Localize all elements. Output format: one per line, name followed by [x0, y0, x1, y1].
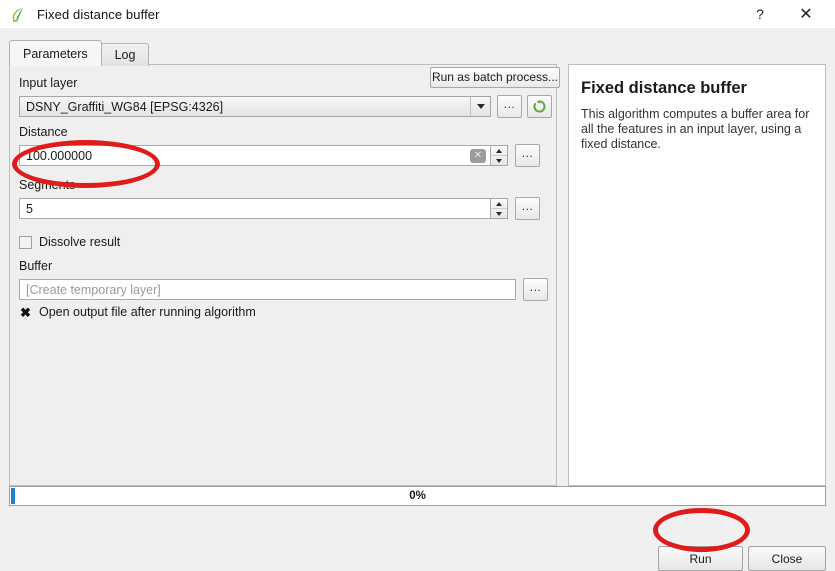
- distance-step-down[interactable]: [491, 156, 507, 165]
- segments-input[interactable]: 5: [19, 198, 491, 219]
- segments-step-down[interactable]: [491, 209, 507, 218]
- qgis-leaf-icon: [10, 6, 26, 22]
- buffer-output-input[interactable]: [Create temporary layer]: [19, 279, 516, 300]
- distance-expression-button[interactable]: ...: [515, 144, 540, 167]
- tab-log[interactable]: Log: [100, 43, 150, 66]
- input-layer-value: DSNY_Graffiti_WG84 [EPSG:4326]: [26, 99, 224, 114]
- close-button[interactable]: Close: [748, 546, 826, 571]
- segments-row: 5 ...: [19, 197, 540, 220]
- distance-label: Distance: [19, 125, 68, 139]
- distance-row: 100.000000 ✕ ...: [19, 144, 540, 167]
- help-title: Fixed distance buffer: [581, 79, 747, 97]
- buffer-placeholder: [Create temporary layer]: [26, 282, 161, 297]
- input-layer-combo[interactable]: DSNY_Graffiti_WG84 [EPSG:4326]: [19, 96, 491, 117]
- title-bar: Fixed distance buffer ? ✕: [0, 0, 835, 28]
- distance-step-up[interactable]: [491, 146, 507, 156]
- input-layer-browse-button[interactable]: ...: [497, 95, 522, 118]
- dissolve-result-label: Dissolve result: [39, 235, 121, 249]
- checkbox-box: [19, 235, 32, 249]
- dissolve-result-checkbox[interactable]: Dissolve result: [19, 235, 120, 249]
- open-output-checkbox[interactable]: ✖ Open output file after running algorit…: [19, 305, 256, 319]
- input-layer-label: Input layer: [19, 76, 78, 90]
- buffer-row: [Create temporary layer] ...: [19, 278, 548, 301]
- run-button[interactable]: Run: [658, 546, 743, 571]
- progress-bar-fill: [11, 488, 15, 504]
- progress-bar: 0%: [9, 486, 826, 506]
- distance-stepper[interactable]: [491, 145, 508, 166]
- distance-input[interactable]: 100.000000 ✕: [19, 145, 491, 166]
- distance-value: 100.000000: [26, 148, 93, 163]
- window-title: Fixed distance buffer: [37, 6, 160, 22]
- help-description: This algorithm computes a buffer area fo…: [581, 107, 810, 151]
- refresh-icon[interactable]: [527, 95, 552, 118]
- clear-icon[interactable]: ✕: [470, 148, 486, 163]
- input-layer-row: DSNY_Graffiti_WG84 [EPSG:4326] ...: [19, 95, 552, 118]
- segments-expression-button[interactable]: ...: [515, 197, 540, 220]
- segments-stepper[interactable]: [491, 198, 508, 219]
- chevron-down-icon[interactable]: [470, 97, 490, 116]
- algorithm-help-panel: Fixed distance buffer This algorithm com…: [568, 64, 826, 486]
- segments-label: Segments: [19, 178, 76, 192]
- help-button[interactable]: ?: [737, 0, 783, 28]
- dialog-body: Parameters Log Run as batch process... I…: [0, 28, 835, 571]
- segments-step-up[interactable]: [491, 199, 507, 209]
- buffer-browse-button[interactable]: ...: [523, 278, 548, 301]
- close-icon[interactable]: ✕: [783, 0, 829, 28]
- parameters-panel: Input layer DSNY_Graffiti_WG84 [EPSG:432…: [9, 64, 557, 486]
- segments-value: 5: [26, 201, 33, 216]
- progress-percent-label: 0%: [409, 490, 426, 502]
- buffer-label: Buffer: [19, 259, 53, 273]
- open-output-label: Open output file after running algorithm: [39, 305, 256, 319]
- tab-strip: Parameters Log: [9, 40, 150, 66]
- checkbox-box-checked: ✖: [20, 304, 31, 320]
- run-as-batch-button[interactable]: Run as batch process...: [430, 67, 560, 88]
- tab-parameters[interactable]: Parameters: [9, 40, 102, 66]
